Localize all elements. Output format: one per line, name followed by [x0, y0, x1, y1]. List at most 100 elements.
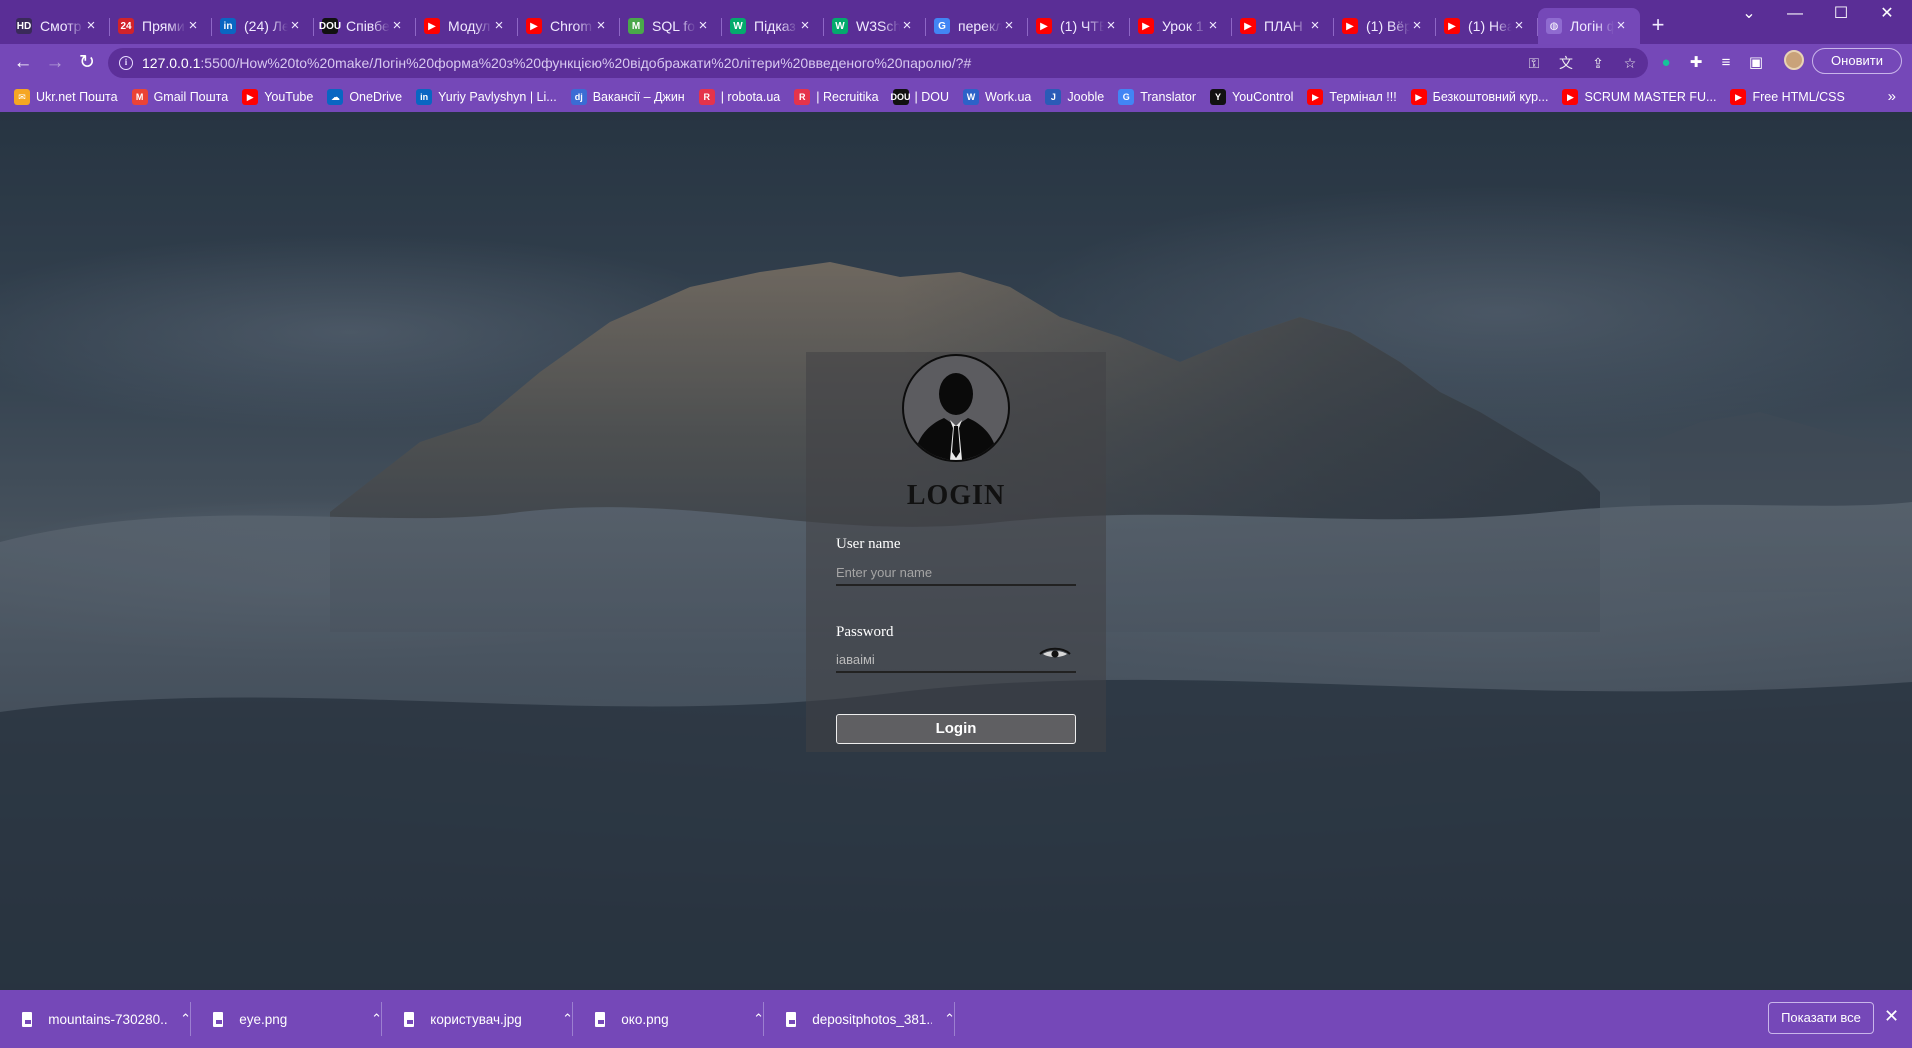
media-queue-icon[interactable]: ≡ [1716, 53, 1736, 73]
youtube-icon: ▶ [1562, 89, 1579, 105]
tab[interactable]: ▶ (1) Вёр × [1334, 8, 1436, 44]
bookmark-item[interactable]: dj Вакансії – Джин [570, 89, 685, 105]
login-heading: LOGIN [906, 480, 1006, 511]
bookmark-item[interactable]: W Work.ua [963, 89, 1031, 105]
youtube-icon: ▶ [1342, 18, 1358, 34]
tab-title: Прями [142, 18, 185, 34]
close-tab-icon[interactable]: × [388, 17, 406, 35]
tab[interactable]: M SQL fo × [620, 8, 722, 44]
close-tab-icon[interactable]: × [286, 17, 304, 35]
bookmark-item[interactable]: in Yuriy Pavlyshyn | Li... [416, 89, 557, 105]
tab[interactable]: ▶ Урок 1 × [1130, 8, 1232, 44]
close-tab-icon[interactable]: × [1000, 17, 1018, 35]
reload-icon: ↻ [79, 52, 95, 73]
close-tab-icon[interactable]: × [694, 17, 712, 35]
youtube-icon: ▶ [1410, 89, 1427, 105]
arrow-left-icon: ← [13, 52, 33, 73]
bookmark-item[interactable]: ☁ OneDrive [327, 89, 402, 105]
close-tab-icon[interactable]: × [184, 17, 202, 35]
profile-avatar[interactable] [1784, 50, 1804, 70]
new-tab-button[interactable]: + [1640, 8, 1676, 44]
forward-button[interactable]: → [40, 48, 70, 78]
youtube-icon: ▶ [526, 18, 542, 34]
tab[interactable]: ▶ (1) Неа × [1436, 8, 1538, 44]
key-icon[interactable]: ⚿ [1524, 53, 1544, 73]
close-tab-icon[interactable]: × [1306, 17, 1324, 35]
bookmarks-overflow-button[interactable]: » [1888, 88, 1896, 105]
close-tab-icon[interactable]: × [1510, 17, 1528, 35]
tab[interactable]: ◍ Логін ф × [1538, 8, 1640, 44]
update-button[interactable]: Оновити [1812, 48, 1902, 74]
bookmark-item[interactable]: ▶ Безкоштовний кур... [1410, 89, 1548, 105]
minimize-button[interactable]: — [1772, 0, 1818, 30]
show-all-downloads-button[interactable]: Показати все [1768, 1002, 1874, 1034]
download-item[interactable]: eye.png ⌃ [191, 990, 382, 1048]
download-item[interactable]: mountains-730280....jpg⌃ [0, 990, 191, 1048]
address-bar[interactable]: i 127.0.0.1:5500/How%20to%20make/Логін%2… [108, 48, 1648, 78]
bookmark-item[interactable]: DOU | DOU [891, 89, 949, 105]
username-input[interactable] [836, 560, 1076, 586]
tab[interactable]: DOU Співбе × [314, 8, 416, 44]
bookmark-item[interactable]: J Jooble [1045, 89, 1104, 105]
close-tab-icon[interactable]: × [898, 17, 916, 35]
tab-search-button[interactable]: ⌄ [1726, 0, 1772, 30]
bookmark-item[interactable]: ▶ YouTube [242, 89, 313, 105]
bookmark-star-icon[interactable]: ☆ [1620, 53, 1640, 73]
tab[interactable]: Gперекл × [926, 8, 1028, 44]
channel24-icon: 24 [118, 18, 134, 34]
tab[interactable]: in (24) Ле × [212, 8, 314, 44]
site-info-icon[interactable]: i [119, 56, 133, 70]
url-text[interactable]: 127.0.0.1:5500/How%20to%20make/Логін%20ф… [142, 55, 971, 71]
hd-icon: HD [16, 18, 32, 34]
bookmark-item[interactable]: R | robota.ua [698, 89, 780, 105]
close-tab-icon[interactable]: × [1204, 17, 1222, 35]
close-tab-icon[interactable]: × [82, 17, 100, 35]
eye-icon[interactable] [1039, 646, 1071, 660]
bookmark-item[interactable]: ▶ SCRUM MASTER FU... [1562, 89, 1716, 105]
ukrnet-icon: ✉ [14, 89, 30, 105]
download-item[interactable]: око.png ⌃ [573, 990, 764, 1048]
download-filename: mountains-730280....jpg [48, 1011, 168, 1027]
tab[interactable]: ▶ (1) ЧТЕ × [1028, 8, 1130, 44]
close-tab-icon[interactable]: × [1102, 17, 1120, 35]
bookmark-label: SCRUM MASTER FU... [1584, 90, 1717, 104]
back-button[interactable]: ← [8, 48, 38, 78]
bookmark-item[interactable]: ✉ Ukr.net Пошта [14, 89, 118, 105]
close-tab-icon[interactable]: × [1612, 17, 1630, 35]
bookmark-item[interactable]: ▶ Термінал !!! [1307, 89, 1397, 105]
bookmark-item[interactable]: G Translator [1118, 89, 1196, 105]
bookmark-item[interactable]: Y YouControl [1210, 89, 1293, 105]
tab[interactable]: W W3Sch × [824, 8, 926, 44]
user-avatar [902, 354, 1010, 462]
youtube-icon: ▶ [1444, 18, 1460, 34]
tab[interactable]: W Підказ × [722, 8, 824, 44]
close-tab-icon[interactable]: × [1408, 17, 1426, 35]
close-tab-icon[interactable]: × [490, 17, 508, 35]
tab[interactable]: ▶ ПЛАН × [1232, 8, 1334, 44]
dou-icon: DOU [319, 18, 341, 34]
tab-title: SQL fo [652, 18, 696, 34]
tab[interactable]: ▶ Модул × [416, 8, 518, 44]
grammarly-icon[interactable]: ● [1656, 53, 1676, 73]
side-panel-icon[interactable]: ▣ [1746, 53, 1766, 73]
bookmark-item[interactable]: ▶ Free HTML/CSS [1730, 89, 1845, 105]
globe-icon: ◍ [1546, 18, 1562, 34]
login-button[interactable]: Login [836, 714, 1076, 744]
bookmark-item[interactable]: M Gmail Пошта [131, 89, 228, 105]
share-icon[interactable]: ⇪ [1588, 53, 1608, 73]
close-tab-icon[interactable]: × [592, 17, 610, 35]
close-shelf-icon[interactable]: ✕ [1884, 1006, 1899, 1027]
reload-button[interactable]: ↻ [72, 48, 102, 78]
download-item[interactable]: користувач.jpg ⌃ [382, 990, 573, 1048]
translate-icon[interactable]: 文 [1556, 53, 1576, 73]
tab[interactable]: HD Смотр × [8, 8, 110, 44]
close-tab-icon[interactable]: × [796, 17, 814, 35]
close-window-button[interactable]: ✕ [1864, 0, 1910, 30]
maximize-button[interactable]: ☐ [1818, 0, 1864, 30]
tab[interactable]: 24 Прями × [110, 8, 212, 44]
extensions-puzzle-icon[interactable]: ✚ [1686, 53, 1706, 73]
tab[interactable]: ▶ Chrom × [518, 8, 620, 44]
omnibox-actions: ⚿ 文 ⇪ ☆ [1524, 53, 1640, 73]
download-item[interactable]: depositphotos_381....jpg⌃ [764, 990, 955, 1048]
bookmark-item[interactable]: R | Recruitika [794, 89, 879, 105]
